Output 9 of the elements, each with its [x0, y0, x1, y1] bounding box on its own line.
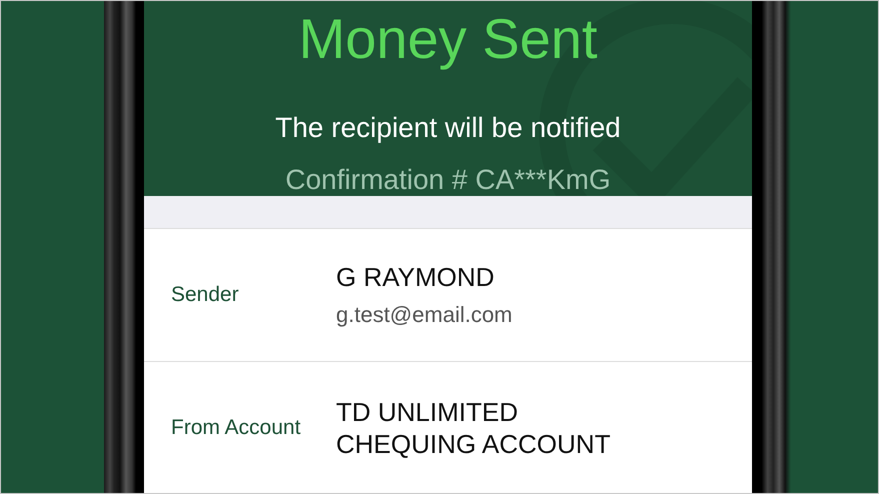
confirmation-number: Confirmation # CA***KmG: [285, 163, 611, 196]
field-value: CHEQUING ACCOUNT: [336, 428, 610, 460]
field-value: TD UNLIMITED: [336, 396, 519, 428]
field-label: Sender: [170, 283, 240, 307]
field-label: From Account: [170, 416, 302, 440]
page-title: Money Sent: [298, 6, 598, 72]
email-text: g.test@email.com: [336, 301, 512, 329]
notice-text: The recipient will be notified: [275, 111, 621, 145]
field-value: G RAYMOND: [336, 261, 496, 293]
